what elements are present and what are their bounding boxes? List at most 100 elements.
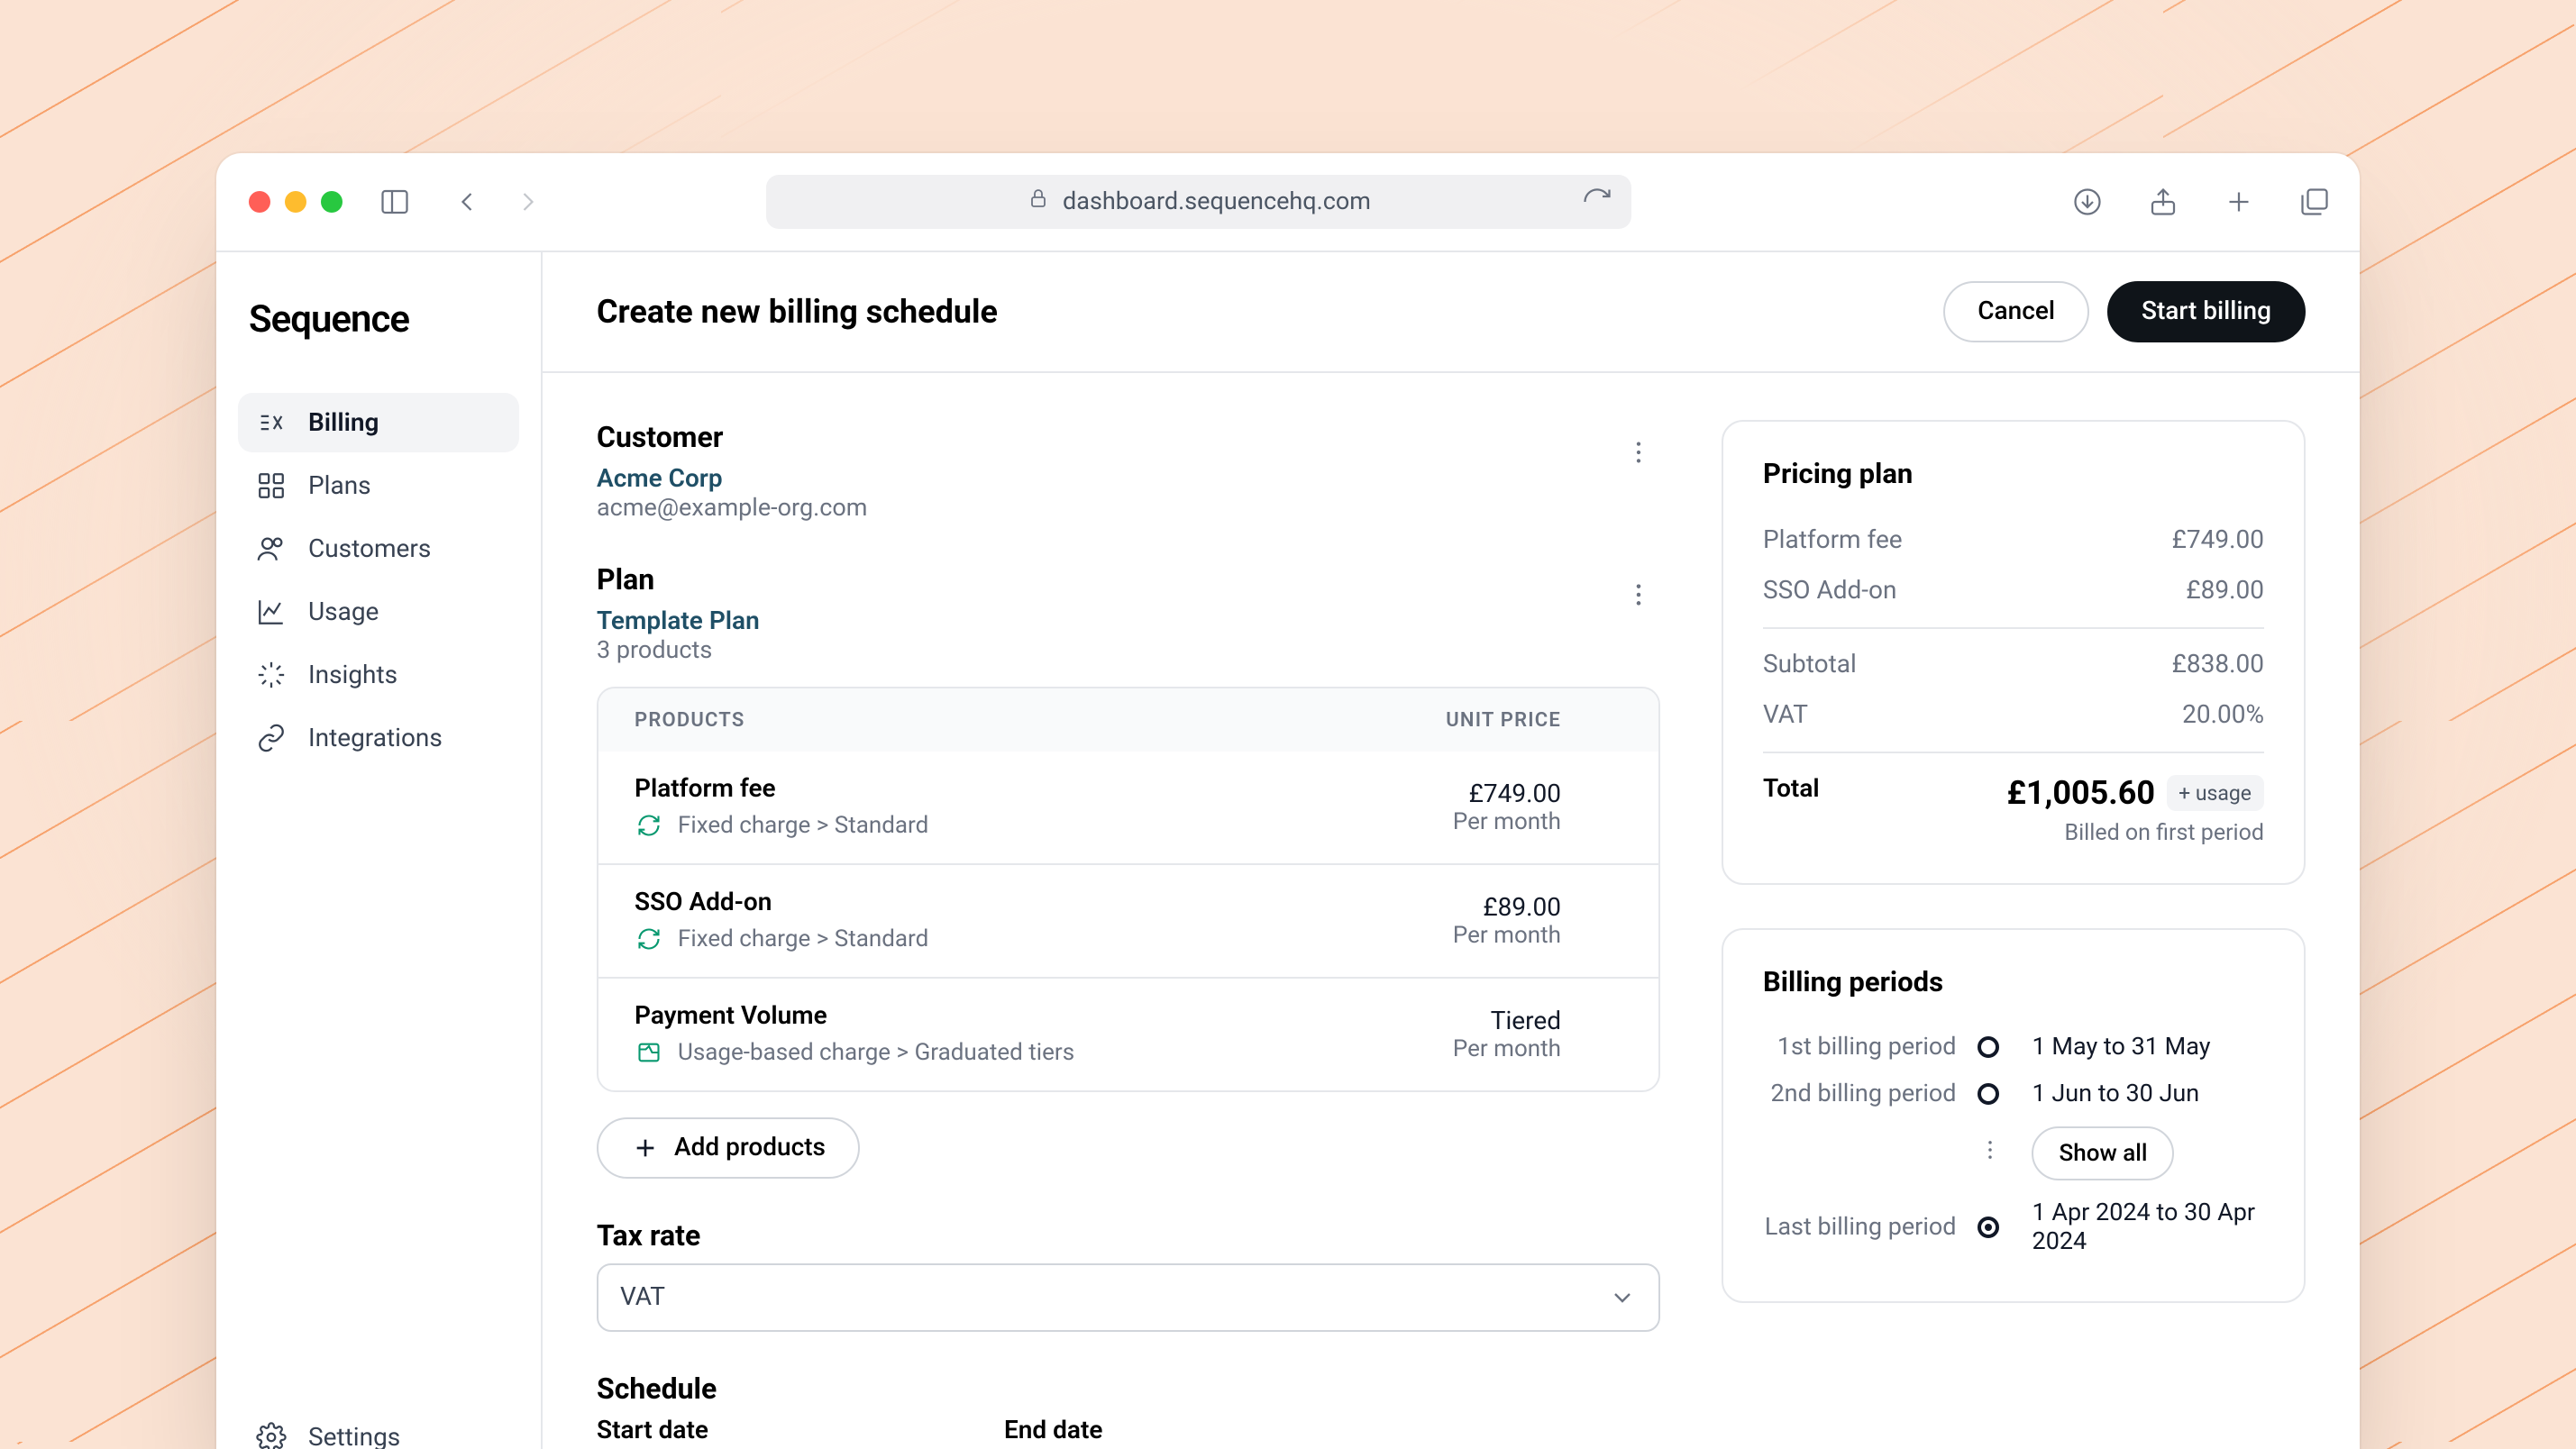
downloads-icon[interactable]: [2068, 182, 2107, 222]
unit: Per month: [1363, 922, 1561, 949]
schedule-section: Schedule Start date 2023-05-01: [597, 1372, 1660, 1449]
maximize-window-icon[interactable]: [321, 191, 343, 213]
charge-type-icon: [635, 811, 663, 840]
sidebar-item-insights[interactable]: Insights: [238, 645, 519, 705]
charge-type: Fixed charge > Standard: [678, 925, 928, 952]
charge-type: Usage-based charge > Graduated tiers: [678, 1039, 1074, 1066]
charge-type-icon: [635, 925, 663, 953]
traffic-lights[interactable]: [249, 191, 343, 213]
plan-section: Plan Template Plan 3 products PRODUCTS U…: [597, 562, 1660, 1179]
primary-nav: Billing Plans Customers Usage Insights Integr…: [238, 393, 519, 768]
logo: Sequence: [238, 299, 519, 393]
page-header: Create new billing schedule Cancel Start…: [543, 252, 2360, 373]
plan-name[interactable]: Template Plan: [597, 607, 1660, 636]
sidebar-item-settings[interactable]: Settings: [238, 1408, 519, 1449]
lock-icon: [1027, 187, 1048, 216]
minimize-window-icon[interactable]: [285, 191, 306, 213]
kebab-icon: [1624, 438, 1653, 467]
total-label: Total: [1763, 775, 1820, 804]
sidebar-item-label: Settings: [308, 1423, 400, 1449]
products-table: PRODUCTS UNIT PRICE Platform fee Fixed ch…: [597, 687, 1660, 1092]
sidebar-item-integrations[interactable]: Integrations: [238, 708, 519, 768]
product-name: Payment Volume: [635, 1002, 1363, 1031]
product-name: Platform fee: [635, 775, 1363, 804]
card-title: Billing periods: [1763, 966, 2264, 998]
total-amount: £1,005.60: [2006, 775, 2155, 813]
ellipsis-icon: [1978, 1137, 2011, 1170]
billing-periods-card: Billing periods 1st billing period1 May …: [1722, 928, 2306, 1303]
browser-window: dashboard.sequencehq.com Sequence Billin…: [216, 153, 2360, 1449]
billed-note: Billed on first period: [2006, 820, 2264, 847]
unit-price: £89.00: [1363, 893, 1561, 922]
add-products-button[interactable]: Add products: [597, 1117, 860, 1179]
section-title: Schedule: [597, 1372, 1660, 1406]
cancel-button[interactable]: Cancel: [1943, 281, 2089, 342]
plan-count: 3 products: [597, 636, 1660, 665]
product-row: Payment Volume Usage-based charge > Gradu…: [598, 977, 1658, 1090]
sidebar-toggle-icon[interactable]: [375, 182, 415, 222]
charge-type-icon: [635, 1038, 663, 1067]
period-marker-icon: [1978, 1083, 2000, 1105]
sidebar-item-label: Usage: [308, 597, 379, 626]
section-title: Customer: [597, 420, 1660, 454]
url-text: dashboard.sequencehq.com: [1063, 187, 1371, 216]
show-all-button[interactable]: Show all: [2032, 1126, 2175, 1180]
tax-section: Tax rate VAT: [597, 1218, 1660, 1332]
sidebar-item-label: Billing: [308, 408, 379, 437]
period-marker-icon: [1978, 1217, 2000, 1238]
pricing-line: Platform fee£749.00: [1763, 515, 2264, 566]
end-date-label: End date: [1004, 1417, 1379, 1445]
start-date-label: Start date: [597, 1417, 972, 1445]
main-panel: Create new billing schedule Cancel Start…: [543, 252, 2360, 1449]
tabs-icon[interactable]: [2295, 182, 2334, 222]
plus-icon: [631, 1134, 660, 1162]
sidebar-item-label: Plans: [308, 471, 371, 500]
sidebar-item-billing[interactable]: Billing: [238, 393, 519, 452]
gear-icon: [256, 1422, 287, 1449]
billing-period-row: 1st billing period1 May to 31 May: [1763, 1024, 2264, 1071]
close-window-icon[interactable]: [249, 191, 270, 213]
unit: Per month: [1363, 808, 1561, 835]
sidebar-item-usage[interactable]: Usage: [238, 582, 519, 642]
customer-menu-button[interactable]: [1617, 431, 1660, 474]
sidebar-item-label: Customers: [308, 534, 431, 563]
share-icon[interactable]: [2143, 182, 2183, 222]
unit-price: Tiered: [1363, 1007, 1561, 1035]
browser-toolbar: dashboard.sequencehq.com: [216, 153, 2360, 252]
col-products: PRODUCTS: [635, 708, 1363, 732]
unit: Per month: [1363, 1035, 1561, 1062]
product-row: SSO Add-on Fixed charge > Standard £89.00P…: [598, 863, 1658, 977]
unit-price: £749.00: [1363, 779, 1561, 808]
billing-period-row: Last billing period1 Apr 2024 to 30 Apr …: [1763, 1189, 2264, 1265]
address-bar[interactable]: dashboard.sequencehq.com: [766, 175, 1631, 229]
start-billing-button[interactable]: Start billing: [2107, 281, 2306, 342]
reload-icon[interactable]: [1577, 182, 1617, 222]
usage-badge: + usage: [2166, 775, 2264, 811]
pricing-plan-card: Pricing plan Platform fee£749.00SSO Add-…: [1722, 420, 2306, 885]
section-title: Tax rate: [597, 1218, 1660, 1253]
pricing-line: SSO Add-on£89.00: [1763, 566, 2264, 616]
back-icon[interactable]: [447, 182, 487, 222]
product-name: SSO Add-on: [635, 889, 1363, 917]
customer-email: acme@example-org.com: [597, 494, 1660, 523]
customer-name[interactable]: Acme Corp: [597, 465, 1660, 494]
page-title: Create new billing schedule: [597, 293, 998, 331]
card-title: Pricing plan: [1763, 458, 2264, 490]
sidebar-item-plans[interactable]: Plans: [238, 456, 519, 515]
tax-rate-select[interactable]: VAT: [597, 1263, 1660, 1332]
chevron-down-icon: [1608, 1283, 1637, 1312]
billing-period-row: 2nd billing period1 Jun to 30 Jun: [1763, 1071, 2264, 1117]
product-row: Platform fee Fixed charge > Standard £749.…: [598, 752, 1658, 863]
forward-icon[interactable]: [508, 182, 548, 222]
sidebar-item-customers[interactable]: Customers: [238, 519, 519, 579]
sidebar-item-label: Integrations: [308, 724, 443, 752]
period-marker-icon: [1978, 1036, 2000, 1058]
col-unit-price: UNIT PRICE: [1363, 708, 1561, 732]
show-all-row: Show all: [1763, 1117, 2264, 1189]
sidebar-item-label: Insights: [308, 661, 397, 689]
new-tab-icon[interactable]: [2219, 182, 2259, 222]
charge-type: Fixed charge > Standard: [678, 812, 928, 839]
app-sidebar: Sequence Billing Plans Customers Usage Insig…: [216, 252, 543, 1449]
section-title: Plan: [597, 562, 1660, 597]
customer-section: Customer Acme Corp acme@example-org.com: [597, 420, 1660, 523]
